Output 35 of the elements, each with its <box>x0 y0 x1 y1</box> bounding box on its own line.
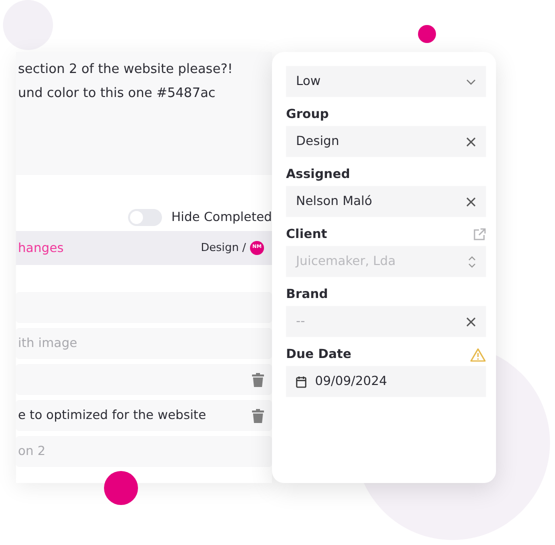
field-value: Nelson Maló <box>296 192 372 210</box>
clear-icon[interactable] <box>466 136 476 146</box>
message-text: section 2 of the website please?! <box>18 61 234 79</box>
chevron-down-icon[interactable] <box>466 78 476 84</box>
trash-icon[interactable] <box>252 408 264 422</box>
message-text: und color to this one #5487ac <box>18 85 216 103</box>
select-field[interactable]: Design <box>286 126 486 157</box>
task-title: ith image <box>18 334 78 352</box>
external-link-icon[interactable] <box>473 228 486 241</box>
trash-icon[interactable] <box>252 372 264 386</box>
field-value: Low <box>296 72 321 90</box>
field-label: Assigned <box>286 165 350 184</box>
task-title: on 2 <box>18 442 46 460</box>
field-value: Juicemaker, Lda <box>296 252 396 270</box>
sort-icon[interactable] <box>468 256 476 268</box>
clear-icon[interactable] <box>466 196 476 206</box>
task-title: e to optimized for the website <box>18 406 206 424</box>
date-field[interactable]: 09/09/2024 <box>286 366 486 397</box>
calendar-icon <box>296 376 307 388</box>
select-field[interactable]: Low <box>286 66 486 97</box>
task-row[interactable]: e to optimized for the website <box>16 400 272 431</box>
field-value: 09/09/2024 <box>315 372 388 390</box>
field-placeholder: -- <box>296 312 306 330</box>
task-title: hanges <box>18 238 64 257</box>
field-label: Group <box>286 105 329 124</box>
field-value: Design <box>296 132 340 150</box>
clear-icon[interactable] <box>466 316 476 326</box>
select-field[interactable]: Nelson Maló <box>286 186 486 217</box>
toggle-label: Hide Completed <box>171 208 272 226</box>
field-label: Due Date <box>286 345 352 364</box>
decorative-circle <box>418 25 436 43</box>
field-label: Client <box>286 225 328 244</box>
decorative-circle <box>104 471 138 505</box>
group-label: Design / <box>200 240 246 256</box>
field-label: Brand <box>286 285 328 304</box>
